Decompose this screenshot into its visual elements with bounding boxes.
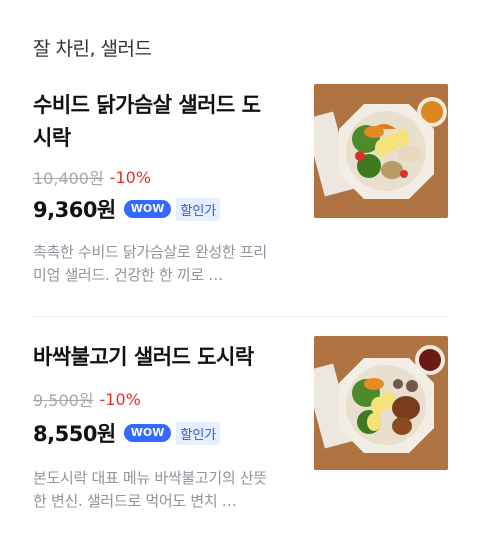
salad-bowl-bulgogi-image[interactable] bbox=[314, 336, 448, 470]
product-name[interactable]: 바싹불고기 샐러드 도시락 bbox=[33, 341, 273, 374]
product-description: 본도시락 대표 메뉴 바싹불고기의 산뜻한 변신. 샐러드로 먹어도 변치 … bbox=[33, 469, 267, 510]
product-description: 촉촉한 수비드 닭가슴살로 완성한 프리미엄 샐러드. 건강한 한 끼로 … bbox=[33, 243, 267, 284]
wow-badge: WOW bbox=[123, 200, 172, 218]
original-price-row: 10,400원 -10% bbox=[33, 166, 152, 189]
divider bbox=[33, 316, 447, 317]
original-price: 10,400원 bbox=[33, 169, 104, 188]
original-price-row: 9,500원 -10% bbox=[33, 388, 141, 411]
wow-badge: WOW bbox=[123, 424, 172, 442]
section-title: 잘 차린, 샐러드 bbox=[33, 38, 152, 60]
member-price-label: 할인가 bbox=[176, 421, 221, 445]
original-price: 9,500원 bbox=[33, 391, 94, 410]
sale-price-row: 8,550원 WOW 할인가 bbox=[33, 419, 221, 447]
sale-price: 8,550원 bbox=[33, 422, 116, 446]
product-card[interactable]: 바싹불고기 샐러드 도시락 9,500원 -10% 8,550원 WOW 할인가… bbox=[0, 332, 480, 532]
sale-price-row: 9,360원 WOW 할인가 bbox=[33, 195, 221, 223]
salad-bowl-chicken-image[interactable] bbox=[314, 84, 448, 218]
sale-price: 9,360원 bbox=[33, 198, 116, 222]
product-card[interactable]: 수비드 닭가슴살 샐러드 도시락 10,400원 -10% 9,360원 WOW… bbox=[0, 84, 480, 316]
product-name[interactable]: 수비드 닭가슴살 샐러드 도시락 bbox=[33, 89, 273, 155]
discount-rate: -10% bbox=[109, 167, 152, 187]
member-price-label: 할인가 bbox=[176, 197, 221, 221]
discount-rate: -10% bbox=[99, 389, 141, 409]
